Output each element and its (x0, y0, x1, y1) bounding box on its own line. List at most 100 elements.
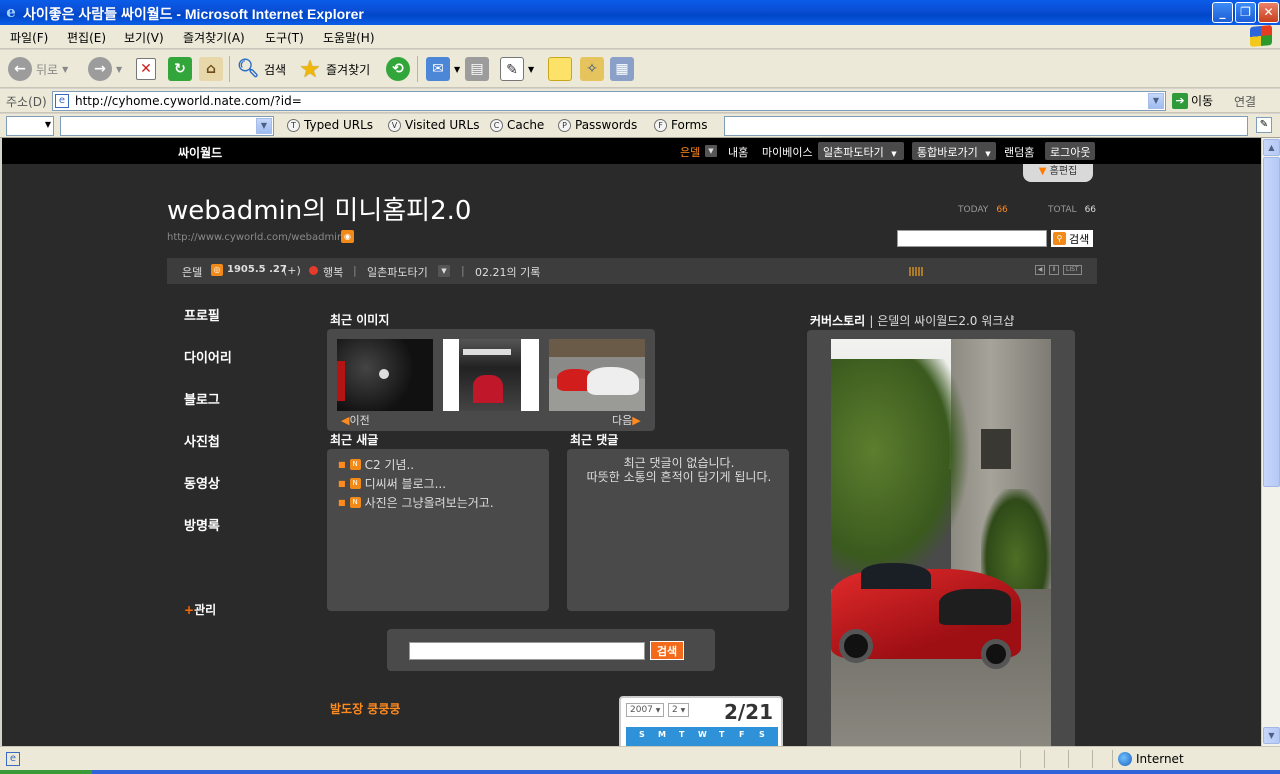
calendar-month-select[interactable]: 2 ▼ (668, 703, 690, 717)
go-button[interactable]: ➔ 이동 (1172, 92, 1213, 109)
edit-button[interactable]: ✎ ▼ (500, 54, 534, 84)
scroll-down-icon[interactable]: ▼ (1263, 727, 1280, 744)
chevron-down-icon[interactable]: ▼ (705, 145, 717, 157)
logout-button[interactable]: 로그아웃 (1045, 142, 1096, 160)
pause-icon[interactable]: Ⅱ (1049, 265, 1059, 275)
recent-post-item[interactable]: ■ N 디씨써 블로그... (338, 475, 446, 492)
menu-tools[interactable]: 도구(T) (265, 29, 304, 46)
chevron-down-icon: ▼ (655, 707, 661, 714)
recent-image-3[interactable] (549, 339, 645, 411)
footprint-link[interactable]: 발도장 쿵쿵쿵 (330, 700, 400, 717)
forward-button[interactable]: → ▼ (88, 54, 122, 84)
bottom-search-button[interactable]: 검색 (650, 641, 684, 660)
info-wave[interactable]: 일촌파도타기 (367, 264, 428, 280)
address-url: http://cyhome.cyworld.nate.com/?id= (75, 94, 302, 108)
search-button[interactable]: ⚲ 검색 (1051, 230, 1094, 247)
recent-posts-panel (327, 449, 549, 611)
search-button[interactable]: 🔍︎ 검색 (236, 54, 287, 84)
recent-post-item[interactable]: ■ N 사진은 그냥올려보는거고. (338, 494, 494, 511)
passwords-button[interactable]: P Passwords (558, 118, 637, 132)
vertical-scrollbar[interactable]: ▲ ▼ (1261, 138, 1280, 746)
sticky-note-icon (548, 57, 572, 81)
chevron-down-icon: ▼ (454, 64, 461, 74)
bullet-icon: ■ (338, 460, 346, 469)
next-label: 다음 (612, 414, 633, 427)
history-button[interactable]: ⟲ (386, 54, 410, 84)
search-icon: ⚲ (1053, 232, 1066, 245)
typed-urls-button[interactable]: T Typed URLs (287, 118, 373, 132)
nav-user[interactable]: 은델 (680, 144, 700, 160)
nav-random-home[interactable]: 랜덤홈 (1004, 144, 1034, 160)
favorites-button[interactable]: ★ 즐겨찾기 (298, 54, 370, 84)
calendar-weekday: S (639, 730, 645, 739)
chevron-down-icon[interactable]: ▼ (438, 265, 450, 277)
nav-wave-label: 일촌파도타기 (823, 146, 884, 159)
nav-mybase[interactable]: 마이베이스 (762, 144, 813, 160)
visited-urls-button[interactable]: V Visited URLs (388, 118, 479, 132)
side-menu-video[interactable]: 동영상 (184, 473, 220, 492)
notes-button[interactable] (548, 54, 572, 84)
links-label[interactable]: 연결 (1234, 93, 1256, 110)
bottom-search-input[interactable] (409, 642, 645, 660)
go-label: 이동 (1191, 94, 1214, 108)
cyworld-logo[interactable]: 싸이월드 (178, 144, 222, 161)
recent-post-item[interactable]: ■ N C2 기념.. (338, 456, 414, 473)
rss-icon[interactable]: ◉ (341, 230, 354, 243)
info-plus[interactable]: (+) (283, 264, 301, 277)
side-menu-photo[interactable]: 사진첩 (184, 431, 220, 450)
home-button[interactable]: ⌂ (199, 54, 223, 84)
menu-edit[interactable]: 편집(E) (67, 29, 106, 46)
site-url-link[interactable]: http://www.cyworld.com/webadmin (167, 232, 343, 243)
admin-link[interactable]: +관리 (184, 601, 216, 618)
side-menu-diary[interactable]: 다이어리 (184, 347, 232, 366)
refresh-button[interactable]: ↻ (168, 54, 192, 84)
recent-images-prev[interactable]: ◀이전 (341, 412, 370, 428)
research-button[interactable]: ✧ (580, 54, 604, 84)
new-post-icon: N (349, 497, 361, 508)
scroll-up-icon[interactable]: ▲ (1263, 139, 1280, 156)
prev-icon[interactable]: ◀ (1035, 265, 1045, 275)
address-input[interactable]: e http://cyhome.cyworld.nate.com/?id= ▼ (52, 91, 1166, 111)
mail-button[interactable]: ✉ ▼ (426, 54, 460, 84)
side-menu-guestbook[interactable]: 방명록 (184, 515, 220, 534)
prev-label: 이전 (349, 414, 370, 427)
menu-file[interactable]: 파일(F) (10, 29, 48, 46)
recent-images-next[interactable]: 다음▶ (612, 412, 641, 428)
stop-button[interactable]: ✕ (136, 54, 156, 84)
typed-urls-icon: T (287, 118, 300, 132)
plugin-dropdown-small[interactable]: ▼ (6, 116, 54, 136)
nav-shortcut-dropdown[interactable]: 통합바로가기 ▼ (912, 142, 996, 160)
menu-help[interactable]: 도움말(H) (323, 29, 375, 46)
calendar: 2007 ▼ 2 ▼ 2/21 S M T W T F S (619, 696, 783, 746)
back-label: 뒤로 (36, 62, 59, 77)
print-button[interactable]: ▤ (465, 54, 489, 84)
list-button[interactable]: LIST (1063, 265, 1082, 275)
plugin-settings-icon[interactable]: ✎ (1256, 117, 1272, 133)
side-menu-blog[interactable]: 블로그 (184, 389, 220, 408)
menu-view[interactable]: 보기(V) (124, 29, 164, 46)
plugin-text-field[interactable] (724, 116, 1248, 136)
side-menu-profile[interactable]: 프로필 (184, 305, 220, 324)
info-name[interactable]: 은델 (182, 264, 202, 280)
image-detail (379, 369, 389, 379)
forms-button[interactable]: F Forms (654, 118, 707, 132)
menu-favorites[interactable]: 즐겨찾기(A) (183, 29, 245, 46)
close-button[interactable]: ✕ (1258, 2, 1279, 23)
home-edit-tab[interactable]: ▼ 홈편집 (1023, 164, 1093, 182)
back-button[interactable]: ← 뒤로 ▼ (8, 54, 68, 84)
recent-image-2[interactable] (443, 339, 539, 411)
recent-image-1[interactable] (337, 339, 433, 411)
calendar-year-select[interactable]: 2007 ▼ (626, 703, 665, 717)
nav-wave-dropdown[interactable]: 일촌파도타기 ▼ (818, 142, 904, 160)
search-input[interactable] (897, 230, 1047, 247)
chevron-down-icon[interactable]: ▼ (1148, 93, 1164, 109)
minimize-button[interactable]: _ (1212, 2, 1233, 23)
cache-button[interactable]: C Cache (490, 118, 544, 132)
media-button[interactable]: ▦ (610, 54, 634, 84)
cover-story-photo[interactable] (831, 339, 1051, 746)
nav-myhome[interactable]: 내홈 (728, 144, 748, 160)
profile-info-bar: 은델 ◎ 1905.5 .27 (+) 행복 | 일촌파도타기 ▼ | 02.2… (167, 258, 1097, 284)
maximize-button[interactable]: ❐ (1235, 2, 1256, 23)
scroll-thumb[interactable] (1263, 157, 1280, 487)
plugin-dropdown[interactable]: ▼ (60, 116, 274, 136)
